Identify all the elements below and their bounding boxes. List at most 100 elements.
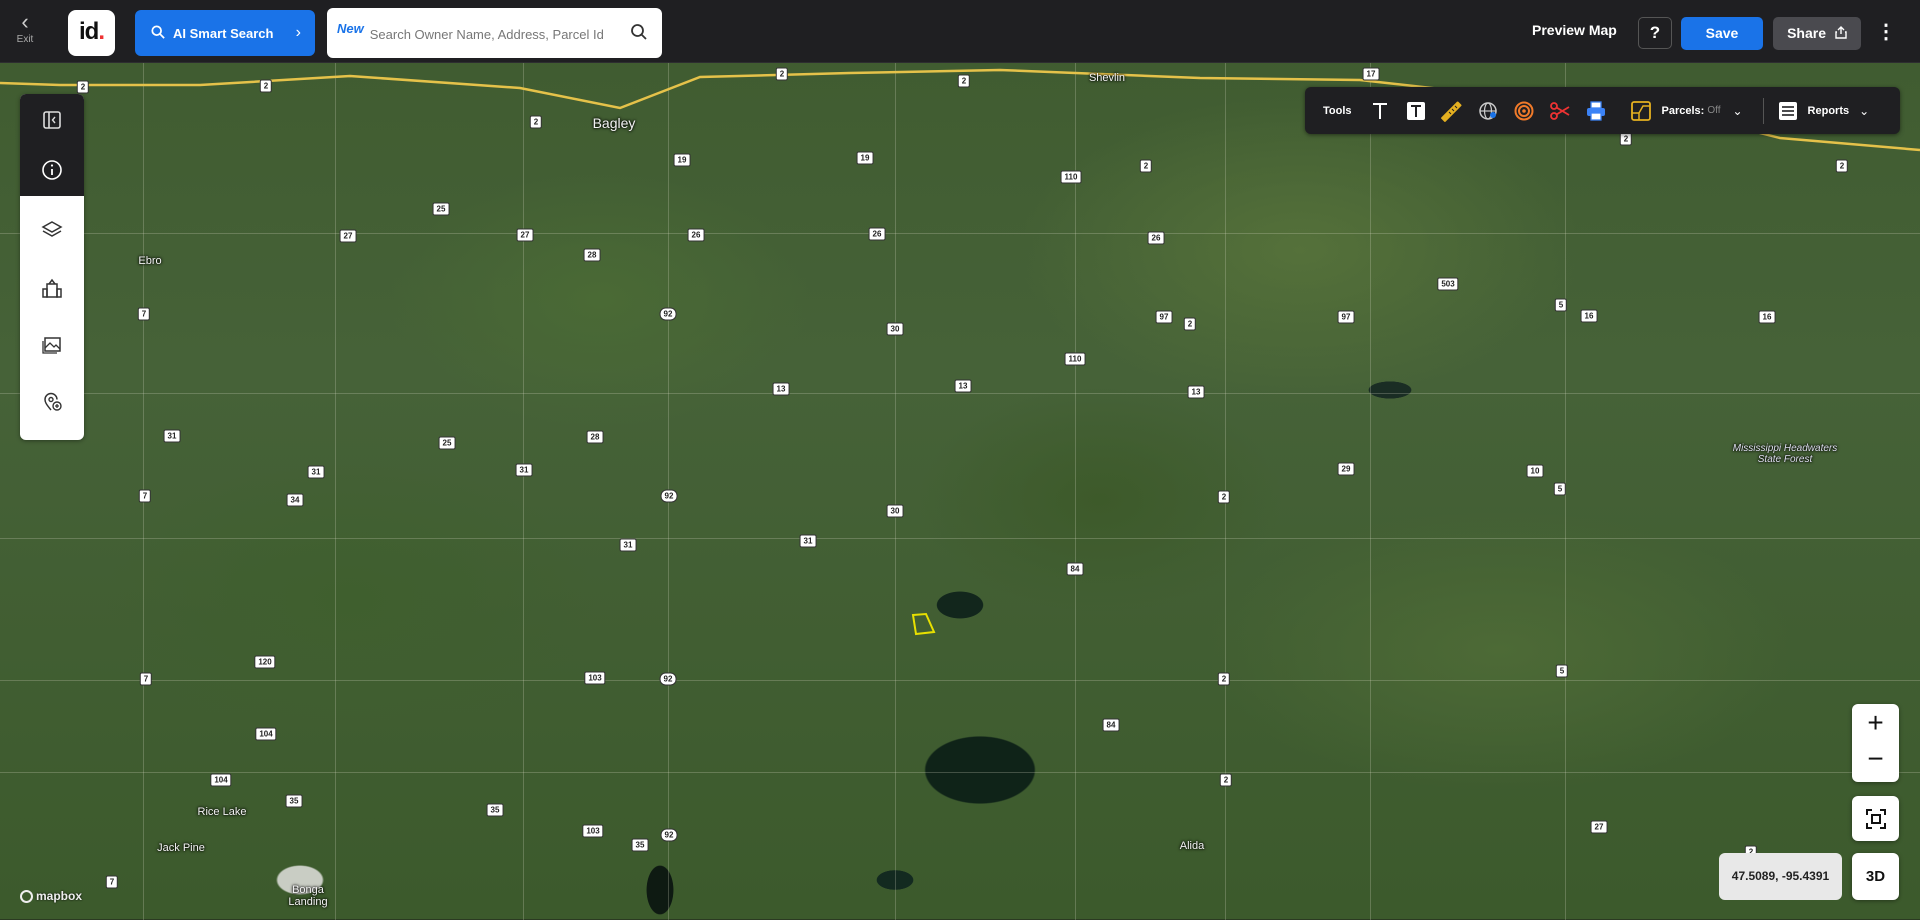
place-label: Alida: [1179, 840, 1205, 852]
route-shield: 97: [1155, 310, 1173, 324]
logo-text: id: [79, 18, 99, 45]
text-icon: [1372, 102, 1387, 119]
layers-icon: [41, 221, 63, 237]
scissors-icon: [1549, 101, 1569, 120]
route-shield: 103: [582, 824, 604, 838]
route-shield: 5: [1553, 482, 1567, 496]
route-shield: 2: [775, 67, 789, 81]
search-input[interactable]: [369, 26, 630, 42]
route-shield: 2: [259, 79, 273, 93]
route-shield: 35: [486, 803, 504, 817]
route-shield: 31: [799, 534, 817, 548]
route-shield: 92: [660, 489, 678, 503]
route-shield: 2: [1619, 132, 1633, 146]
mapbox-attribution[interactable]: mapbox: [20, 889, 82, 903]
route-shield: 19: [856, 151, 874, 165]
route-shield: 25: [438, 436, 456, 450]
logo[interactable]: id.: [68, 10, 115, 56]
exit-label: Exit: [16, 34, 34, 45]
ai-smart-search-button[interactable]: AI Smart Search ›: [135, 10, 315, 56]
print-icon: [1586, 100, 1605, 121]
chevron-down-icon: ⌄: [1859, 103, 1870, 118]
sidebar-toggle-button[interactable]: [20, 96, 84, 144]
route-shield: 7: [138, 489, 152, 503]
text-box-tool[interactable]: [1398, 93, 1434, 129]
zoom-in-button[interactable]: +: [1852, 704, 1899, 743]
top-bar: ‹ Exit id. AI Smart Search › New Preview…: [0, 0, 1920, 63]
save-button[interactable]: Save: [1681, 17, 1763, 50]
route-shield: 25: [432, 202, 450, 216]
route-shield: 27: [339, 229, 357, 243]
route-shield: 34: [286, 493, 304, 507]
exit-button[interactable]: ‹ Exit: [10, 10, 40, 54]
imagery-icon: [42, 337, 61, 354]
fit-bounds-button[interactable]: [1852, 796, 1899, 841]
route-shield: 104: [210, 773, 232, 787]
route-shield: 5: [1555, 664, 1569, 678]
route-shield: 13: [1187, 385, 1205, 399]
route-shield: 31: [307, 465, 325, 479]
route-shield: 26: [687, 228, 705, 242]
route-shield: 26: [868, 227, 886, 241]
buildings-button[interactable]: [20, 264, 84, 312]
route-shield: 17: [1362, 67, 1380, 81]
route-shield: 35: [631, 838, 649, 852]
route-shield: 13: [772, 382, 790, 396]
route-shield: 2: [76, 80, 90, 94]
coordinates-readout: 47.5089, -95.4391: [1719, 853, 1842, 900]
route-shield: 2: [1139, 159, 1153, 173]
split-tool[interactable]: [1542, 93, 1578, 129]
parcel-outline[interactable]: [0, 0, 1920, 919]
preview-map-button[interactable]: Preview Map: [1532, 22, 1617, 38]
new-badge: New: [337, 20, 364, 36]
forest-label: Mississippi Headwaters State Forest: [1732, 443, 1838, 465]
route-shield: 92: [659, 307, 677, 321]
help-button[interactable]: ?: [1638, 17, 1672, 49]
globe-tool[interactable]: [1470, 93, 1506, 129]
text-box-icon: [1406, 101, 1425, 120]
route-shield: 27: [1590, 820, 1608, 834]
zoom-out-button[interactable]: −: [1852, 740, 1899, 779]
add-location-button[interactable]: [20, 378, 84, 426]
info-button[interactable]: [20, 146, 84, 194]
search-bar[interactable]: New: [327, 8, 662, 58]
sidebar-toggle-icon: [43, 111, 61, 129]
route-shield: 10: [1526, 464, 1544, 478]
measure-tool[interactable]: [1434, 93, 1470, 129]
route-shield: 35: [285, 794, 303, 808]
imagery-button[interactable]: [20, 320, 84, 368]
share-icon: [1835, 26, 1847, 39]
route-shield: 28: [583, 248, 601, 262]
route-shield: 19: [673, 153, 691, 167]
search-icon[interactable]: [630, 23, 648, 41]
route-shield: 7: [137, 307, 151, 321]
place-label: Bagley: [592, 115, 636, 131]
satellite-map[interactable]: Bagley Shevlin Ebro Rice Lake Jack Pine …: [0, 0, 1920, 920]
parcels-toggle[interactable]: Parcels: Off ⌄: [1630, 100, 1743, 122]
parcels-label: Parcels:: [1661, 104, 1705, 117]
route-shield: 84: [1102, 718, 1120, 732]
print-tool[interactable]: [1578, 93, 1614, 129]
place-label: Jack Pine: [157, 842, 205, 854]
route-shield: 5: [1554, 298, 1568, 312]
more-options-button[interactable]: ⋮: [1876, 18, 1896, 48]
logo-dot: .: [98, 18, 105, 45]
share-label: Share: [1787, 25, 1827, 41]
route-shield: 16: [1580, 309, 1598, 323]
buildings-icon: [42, 278, 62, 298]
mapbox-label: mapbox: [36, 889, 83, 903]
target-icon: [1514, 101, 1534, 120]
route-shield: 30: [886, 322, 904, 336]
toolbar-divider: [1762, 97, 1764, 124]
zoom-control: + −: [1852, 704, 1899, 782]
reports-dropdown[interactable]: Reports ⌄: [1778, 101, 1870, 121]
route-shield: 110: [1064, 352, 1086, 366]
3d-toggle-button[interactable]: 3D: [1852, 853, 1899, 900]
radius-tool[interactable]: [1506, 93, 1542, 129]
share-button[interactable]: Share: [1773, 17, 1861, 50]
route-shield: 27: [516, 228, 534, 242]
text-tool[interactable]: [1362, 93, 1398, 129]
parcels-value: Off: [1707, 105, 1721, 116]
layers-button[interactable]: [20, 206, 84, 254]
search-icon: [151, 24, 165, 42]
